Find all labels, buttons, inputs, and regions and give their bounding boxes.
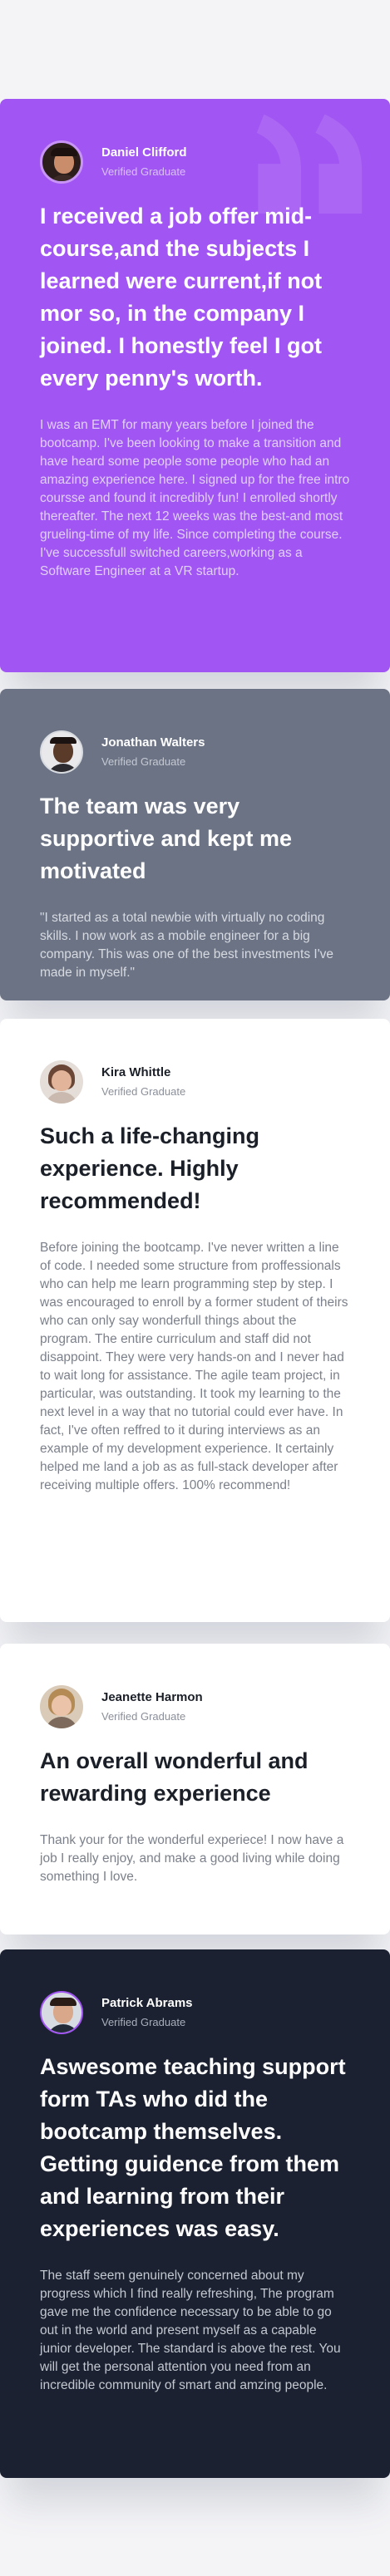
author-block: Jeanette Harmon Verified Graduate — [40, 1684, 350, 1730]
author-role: Verified Graduate — [101, 1710, 186, 1723]
user-avatar — [40, 1991, 83, 2034]
author-block: Jonathan Walters Verified Graduate — [40, 729, 350, 775]
testimonial-card-jeanette: Jeanette Harmon Verified Graduate An ove… — [0, 1644, 390, 1934]
author-block: Daniel Clifford Verified Graduate — [40, 139, 350, 185]
author-role: Verified Graduate — [101, 2016, 186, 2028]
testimonial-body: "I started as a total newbie with virtua… — [40, 911, 334, 980]
testimonial-body: I was an EMT for many years before I joi… — [40, 418, 350, 578]
testimonial-body: The staff seem genuinely concerned about… — [40, 2269, 341, 2392]
testimonial-body: Thank your for the wonderful experiece! … — [40, 1833, 344, 1884]
user-avatar — [40, 1060, 83, 1104]
author-name: Daniel Clifford — [101, 145, 187, 160]
author-name: Kira Whittle — [101, 1065, 171, 1079]
author-role: Verified Graduate — [101, 165, 186, 178]
testimonial-card-kira: Kira Whittle Verified Graduate Such a li… — [0, 1019, 390, 1622]
author-role: Verified Graduate — [101, 1085, 186, 1098]
author-block: Patrick Abrams Verified Graduate — [40, 1989, 350, 2036]
author-name: Jeanette Harmon — [101, 1690, 203, 1704]
testimonial-card-daniel: Daniel Clifford Verified Graduate I rece… — [0, 99, 390, 672]
author-name: Patrick Abrams — [101, 1996, 193, 2010]
testimonial-headline: Such a life-changing experience. Highly … — [40, 1123, 260, 1213]
user-avatar — [40, 1685, 83, 1728]
testimonial-headline: The team was very supportive and kept me… — [40, 794, 293, 883]
user-avatar — [40, 140, 83, 184]
testimonial-card-jonathan: Jonathan Walters Verified Graduate The t… — [0, 689, 390, 1000]
testimonials-page: Daniel Clifford Verified Graduate I rece… — [0, 0, 390, 2576]
testimonial-body: Before joining the bootcamp. I've never … — [40, 1241, 348, 1492]
author-name: Jonathan Walters — [101, 735, 205, 750]
testimonial-headline: I received a job offer mid-course,and th… — [40, 204, 323, 391]
testimonial-card-patrick: Patrick Abrams Verified Graduate Aswesom… — [0, 1949, 390, 2478]
author-block: Kira Whittle Verified Graduate — [40, 1059, 350, 1105]
user-avatar — [40, 730, 83, 774]
testimonial-headline: Aswesome teaching support form TAs who d… — [40, 2054, 346, 2241]
testimonial-headline: An overall wonderful and rewarding exper… — [40, 1748, 309, 1806]
author-role: Verified Graduate — [101, 755, 186, 768]
